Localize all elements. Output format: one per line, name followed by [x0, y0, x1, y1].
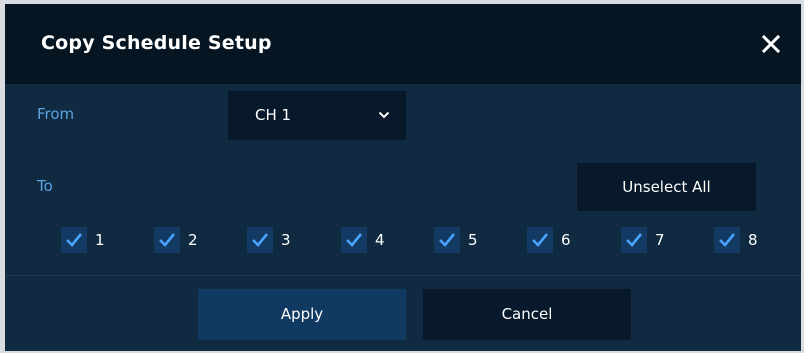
checkmark-icon — [626, 233, 643, 247]
footer-divider — [5, 275, 801, 276]
unselect-all-button[interactable]: Unselect All — [577, 163, 756, 211]
channel-checkbox-label: 1 — [95, 231, 105, 249]
cancel-button[interactable]: Cancel — [423, 289, 631, 340]
from-label: From — [37, 105, 75, 123]
apply-button[interactable]: Apply — [198, 289, 406, 340]
checkbox-box — [527, 227, 553, 253]
channel-checkbox-label: 5 — [468, 231, 478, 249]
copy-schedule-dialog: Copy Schedule Setup From CH 1 To Unselec… — [5, 4, 801, 351]
from-channel-value: CH 1 — [255, 106, 292, 124]
to-label: To — [37, 177, 53, 195]
close-icon[interactable] — [757, 30, 785, 58]
checkbox-box — [154, 227, 180, 253]
checkbox-box — [247, 227, 273, 253]
channel-checkbox-label: 4 — [375, 231, 385, 249]
channel-checkbox-label: 8 — [748, 231, 758, 249]
checkmark-icon — [252, 233, 269, 247]
channel-checkbox-label: 6 — [561, 231, 571, 249]
checkbox-box — [61, 227, 87, 253]
chevron-down-icon — [378, 111, 390, 119]
checkmark-icon — [159, 233, 176, 247]
checkbox-box — [621, 227, 647, 253]
channel-checkbox-label: 2 — [188, 231, 198, 249]
checkmark-icon — [66, 233, 83, 247]
checkmark-icon — [346, 233, 363, 247]
checkbox-box — [341, 227, 367, 253]
checkmark-icon — [719, 233, 736, 247]
dialog-title: Copy Schedule Setup — [41, 32, 272, 54]
channel-checkbox-label: 7 — [655, 231, 665, 249]
checkmark-icon — [439, 233, 456, 247]
channel-checkbox-label: 3 — [281, 231, 291, 249]
checkbox-box — [714, 227, 740, 253]
dialog-titlebar: Copy Schedule Setup — [5, 4, 801, 84]
from-channel-select[interactable]: CH 1 — [228, 91, 406, 140]
checkbox-box — [434, 227, 460, 253]
checkmark-icon — [532, 233, 549, 247]
